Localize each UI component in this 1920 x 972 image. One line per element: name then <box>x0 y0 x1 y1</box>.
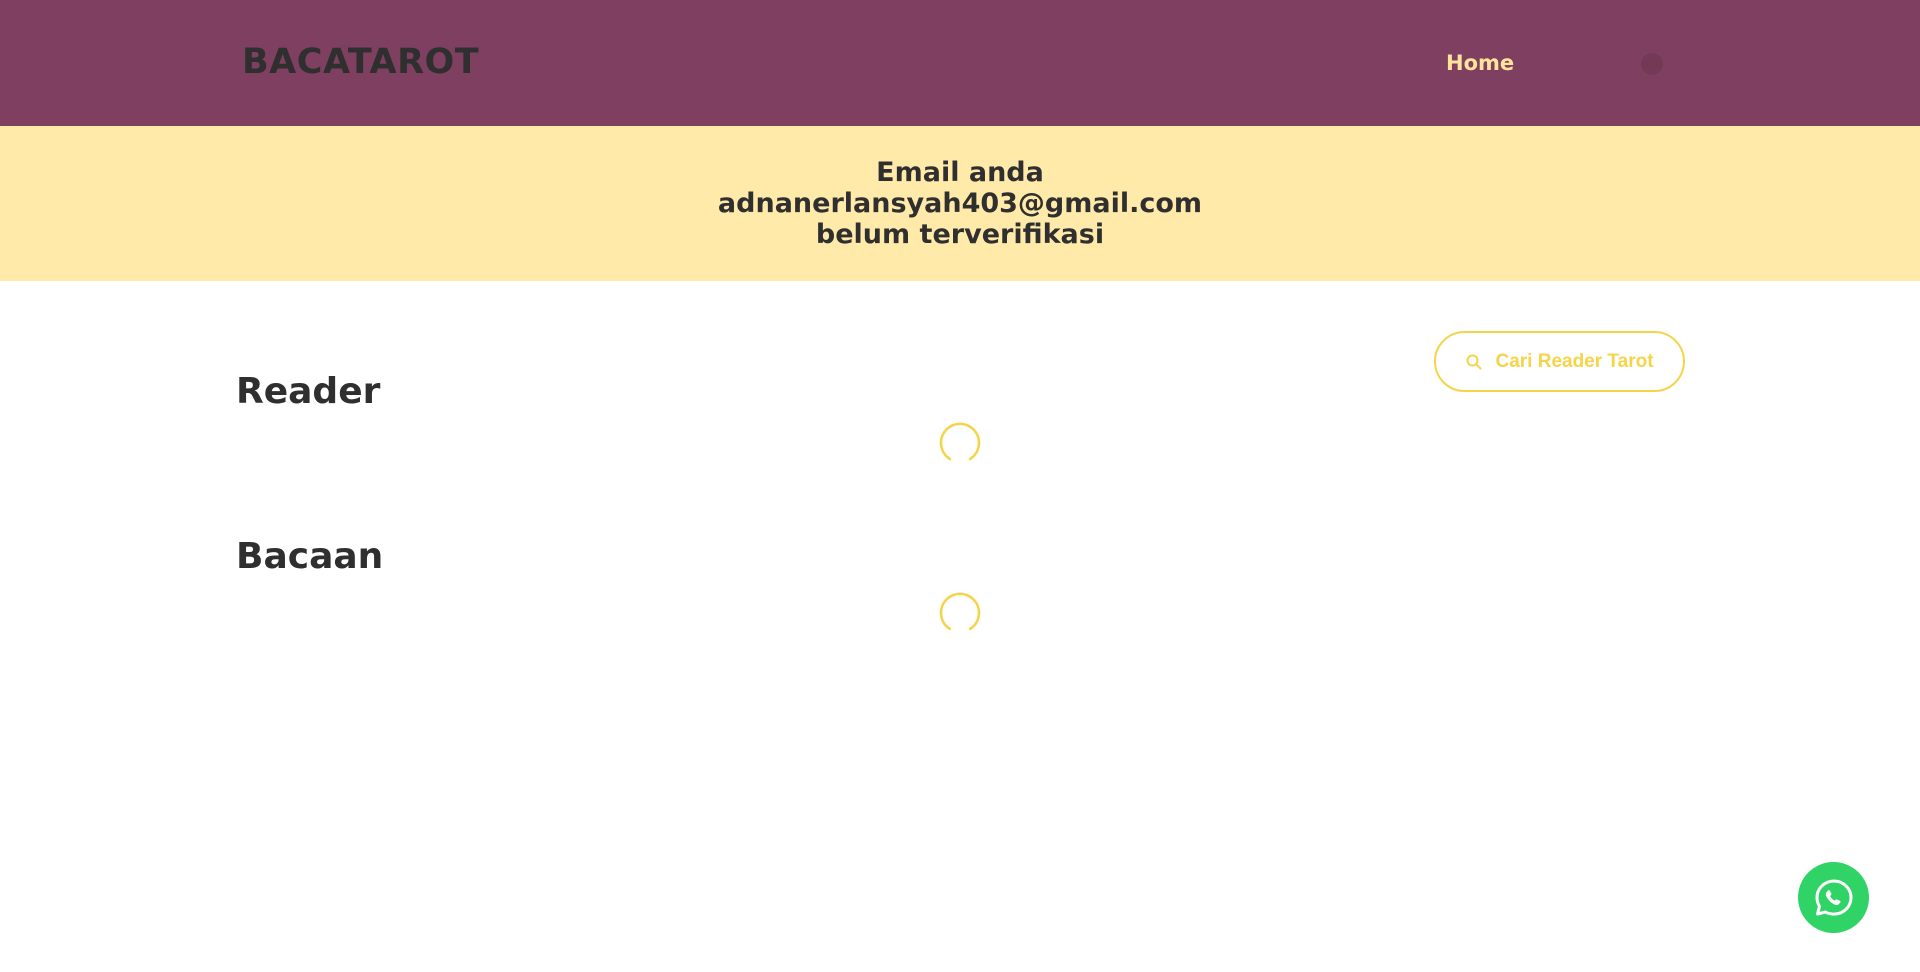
verification-message: Email anda adnanerlansyah403@gmail.com b… <box>718 157 1202 250</box>
email-verification-banner: Email anda adnanerlansyah403@gmail.com b… <box>0 126 1920 281</box>
bacaan-section-title: Bacaan <box>236 535 384 577</box>
verification-line-1: Email anda <box>876 157 1044 188</box>
reader-section-title: Reader <box>236 370 381 412</box>
user-avatar-icon[interactable] <box>1641 53 1663 75</box>
verification-email: adnanerlansyah403@gmail.com <box>717 188 1203 219</box>
reader-loading-spinner-icon <box>938 422 982 466</box>
navbar: BACATAROT Home <box>0 0 1920 126</box>
search-icon <box>1465 353 1483 371</box>
whatsapp-button[interactable] <box>1798 862 1869 933</box>
whatsapp-icon <box>1812 876 1856 920</box>
search-reader-button-label: Cari Reader Tarot <box>1495 350 1654 372</box>
search-reader-button[interactable]: Cari Reader Tarot <box>1434 331 1685 392</box>
brand-logo[interactable]: BACATAROT <box>242 40 479 84</box>
bacaan-loading-spinner-icon <box>938 592 982 636</box>
nav-home-link[interactable]: Home <box>1446 49 1514 77</box>
verification-line-3: belum terverifikasi <box>815 219 1105 250</box>
